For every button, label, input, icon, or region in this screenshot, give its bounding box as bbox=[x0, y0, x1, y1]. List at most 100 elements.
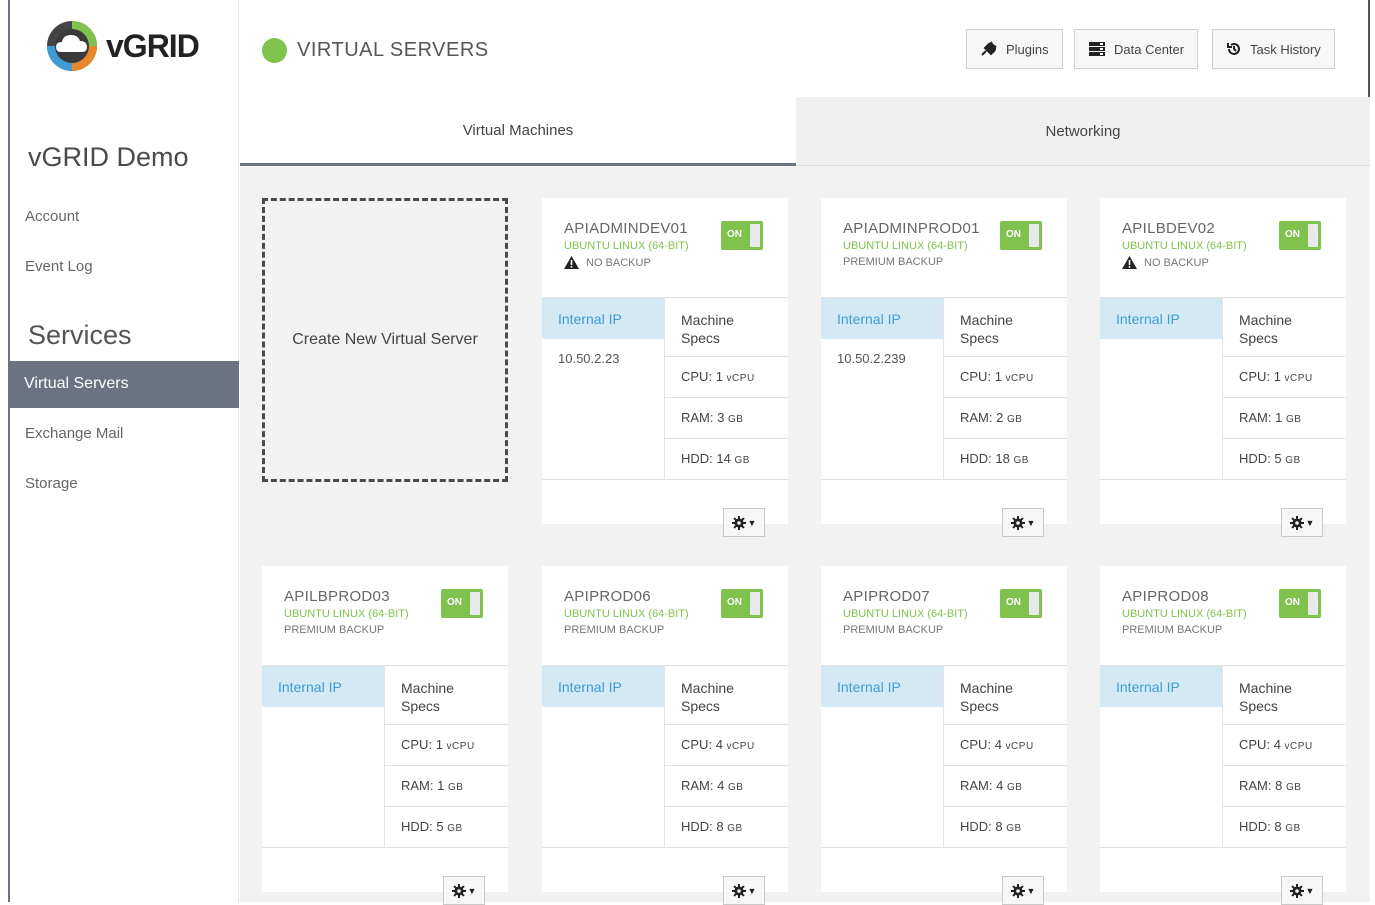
power-toggle-knob bbox=[1308, 224, 1318, 247]
power-toggle-label: ON bbox=[727, 229, 742, 240]
chevron-down-icon: ▼ bbox=[1305, 885, 1315, 896]
server-name[interactable]: APIADMINPROD01 bbox=[843, 220, 980, 237]
specs-column: Machine Specs CPU: 1 vCPU RAM: 1 GB HDD:… bbox=[385, 666, 508, 848]
specs-column: Machine Specs CPU: 1 vCPU RAM: 3 GB HDD:… bbox=[665, 298, 788, 480]
machine-specs-header: Machine Specs bbox=[665, 298, 788, 357]
server-backup: NO BACKUP bbox=[1122, 256, 1209, 269]
server-actions-button[interactable]: ▼ bbox=[1002, 876, 1044, 905]
ip-column: Internal IP bbox=[542, 666, 665, 848]
power-toggle[interactable]: ON bbox=[1000, 221, 1042, 250]
server-backup-label: PREMIUM BACKUP bbox=[843, 624, 944, 636]
nav-event-log[interactable]: Event Log bbox=[25, 258, 93, 275]
ram-spec: RAM: 8 GB bbox=[1223, 766, 1346, 807]
chevron-down-icon: ▼ bbox=[1026, 885, 1036, 896]
server-card: APIADMINDEV01 UBUNTU LINUX (64-BIT) NO B… bbox=[542, 198, 788, 537]
server-card-header: APIPROD08 UBUNTU LINUX (64-BIT) PREMIUM … bbox=[1100, 566, 1346, 666]
server-actions-button[interactable]: ▼ bbox=[443, 876, 485, 905]
plugins-button[interactable]: Plugins bbox=[966, 29, 1063, 69]
services-heading: Services bbox=[28, 320, 132, 350]
gear-icon bbox=[731, 515, 746, 530]
nav-virtual-servers[interactable]: Virtual Servers bbox=[10, 361, 239, 408]
power-toggle[interactable]: ON bbox=[1000, 589, 1042, 618]
ip-column: Internal IP bbox=[1100, 298, 1223, 480]
internal-ip-header: Internal IP bbox=[1100, 298, 1222, 339]
task-history-button[interactable]: Task History bbox=[1212, 29, 1335, 69]
hdd-spec: HDD: 8 GB bbox=[1239, 819, 1301, 834]
server-name[interactable]: APIADMINDEV01 bbox=[564, 220, 688, 237]
server-actions-button[interactable]: ▼ bbox=[723, 508, 765, 537]
ip-column: Internal IP bbox=[821, 666, 944, 848]
server-name[interactable]: APIPROD08 bbox=[1122, 588, 1209, 605]
tab-virtual-machines[interactable]: Virtual Machines bbox=[240, 97, 796, 166]
server-card-footer: ▼ bbox=[542, 848, 788, 905]
ram-spec: RAM: 4 GB bbox=[665, 766, 788, 807]
server-name[interactable]: APIPROD07 bbox=[843, 588, 930, 605]
cloud-logo-icon bbox=[46, 20, 98, 72]
power-toggle[interactable]: ON bbox=[1279, 221, 1321, 250]
internal-ip-header: Internal IP bbox=[821, 298, 943, 339]
plug-icon bbox=[981, 41, 997, 56]
server-card: APILBPROD03 UBUNTU LINUX (64-BIT) PREMIU… bbox=[262, 566, 508, 905]
server-actions-button[interactable]: ▼ bbox=[1002, 508, 1044, 537]
power-toggle-label: ON bbox=[1285, 597, 1300, 608]
server-card-footer: ▼ bbox=[1100, 848, 1346, 905]
machine-specs-header: Machine Specs bbox=[665, 666, 788, 725]
ram-spec: RAM: 1 GB bbox=[1223, 398, 1346, 439]
internal-ip-header: Internal IP bbox=[542, 298, 664, 339]
server-os: UBUNTU LINUX (64-BIT) bbox=[284, 608, 409, 620]
power-toggle-label: ON bbox=[1285, 229, 1300, 240]
power-toggle-knob bbox=[1308, 592, 1318, 615]
power-toggle[interactable]: ON bbox=[721, 589, 763, 618]
gear-icon bbox=[1010, 883, 1025, 898]
server-name[interactable]: APILBPROD03 bbox=[284, 588, 390, 605]
data-center-button[interactable]: Data Center bbox=[1074, 29, 1199, 69]
chevron-down-icon: ▼ bbox=[467, 885, 477, 896]
nav-exchange-mail[interactable]: Exchange Mail bbox=[25, 425, 123, 442]
server-backup: NO BACKUP bbox=[564, 256, 651, 269]
ram-spec: RAM: 3 GB bbox=[665, 398, 788, 439]
gear-icon bbox=[1289, 515, 1304, 530]
hdd-spec: HDD: 5 GB bbox=[401, 819, 463, 834]
power-toggle[interactable]: ON bbox=[441, 589, 483, 618]
plugins-label: Plugins bbox=[1006, 41, 1049, 57]
power-toggle[interactable]: ON bbox=[1279, 589, 1321, 618]
server-os: UBUNTU LINUX (64-BIT) bbox=[1122, 240, 1247, 252]
cpu-spec: CPU: 1 vCPU bbox=[385, 725, 508, 766]
server-backup-label: NO BACKUP bbox=[586, 256, 651, 269]
cpu-spec: CPU: 4 vCPU bbox=[944, 725, 1067, 766]
brand-logo[interactable]: vGRID bbox=[46, 20, 200, 72]
server-backup-label: PREMIUM BACKUP bbox=[843, 256, 944, 268]
server-card-header: APILBDEV02 UBUNTU LINUX (64-BIT) NO BACK… bbox=[1100, 198, 1346, 298]
ip-column: Internal IP bbox=[1100, 666, 1223, 848]
specs-column: Machine Specs CPU: 4 vCPU RAM: 4 GB HDD:… bbox=[665, 666, 788, 848]
create-server-button[interactable]: Create New Virtual Server bbox=[262, 198, 508, 482]
hdd-spec: HDD: 14 GB bbox=[681, 451, 750, 466]
machine-specs-header: Machine Specs bbox=[944, 298, 1067, 357]
server-actions-button[interactable]: ▼ bbox=[1281, 508, 1323, 537]
specs-column: Machine Specs CPU: 4 vCPU RAM: 8 GB HDD:… bbox=[1223, 666, 1346, 848]
org-name: vGRID Demo bbox=[28, 142, 189, 172]
hdd-spec: HDD: 18 GB bbox=[960, 451, 1029, 466]
server-actions-button[interactable]: ▼ bbox=[1281, 876, 1323, 905]
nav-account[interactable]: Account bbox=[25, 208, 79, 225]
server-name[interactable]: APIPROD06 bbox=[564, 588, 651, 605]
power-toggle-knob bbox=[750, 224, 760, 247]
status-indicator bbox=[262, 38, 287, 63]
server-backup: PREMIUM BACKUP bbox=[284, 624, 384, 636]
data-center-label: Data Center bbox=[1114, 41, 1185, 57]
hdd-spec: HDD: 8 GB bbox=[960, 819, 1022, 834]
nav-storage[interactable]: Storage bbox=[25, 475, 78, 492]
internal-ip-value bbox=[262, 707, 384, 731]
server-card: APIPROD07 UBUNTU LINUX (64-BIT) PREMIUM … bbox=[821, 566, 1067, 905]
server-os: UBUNTU LINUX (64-BIT) bbox=[843, 608, 968, 620]
server-card-header: APIADMINPROD01 UBUNTU LINUX (64-BIT) PRE… bbox=[821, 198, 1067, 298]
server-os: UBUNTU LINUX (64-BIT) bbox=[1122, 608, 1247, 620]
power-toggle[interactable]: ON bbox=[721, 221, 763, 250]
internal-ip-header: Internal IP bbox=[821, 666, 943, 707]
tab-networking[interactable]: Networking bbox=[796, 97, 1370, 166]
server-name[interactable]: APILBDEV02 bbox=[1122, 220, 1215, 237]
server-card-header: APILBPROD03 UBUNTU LINUX (64-BIT) PREMIU… bbox=[262, 566, 508, 666]
server-backup: PREMIUM BACKUP bbox=[564, 624, 664, 636]
server-actions-button[interactable]: ▼ bbox=[723, 876, 765, 905]
gear-icon bbox=[1289, 883, 1304, 898]
